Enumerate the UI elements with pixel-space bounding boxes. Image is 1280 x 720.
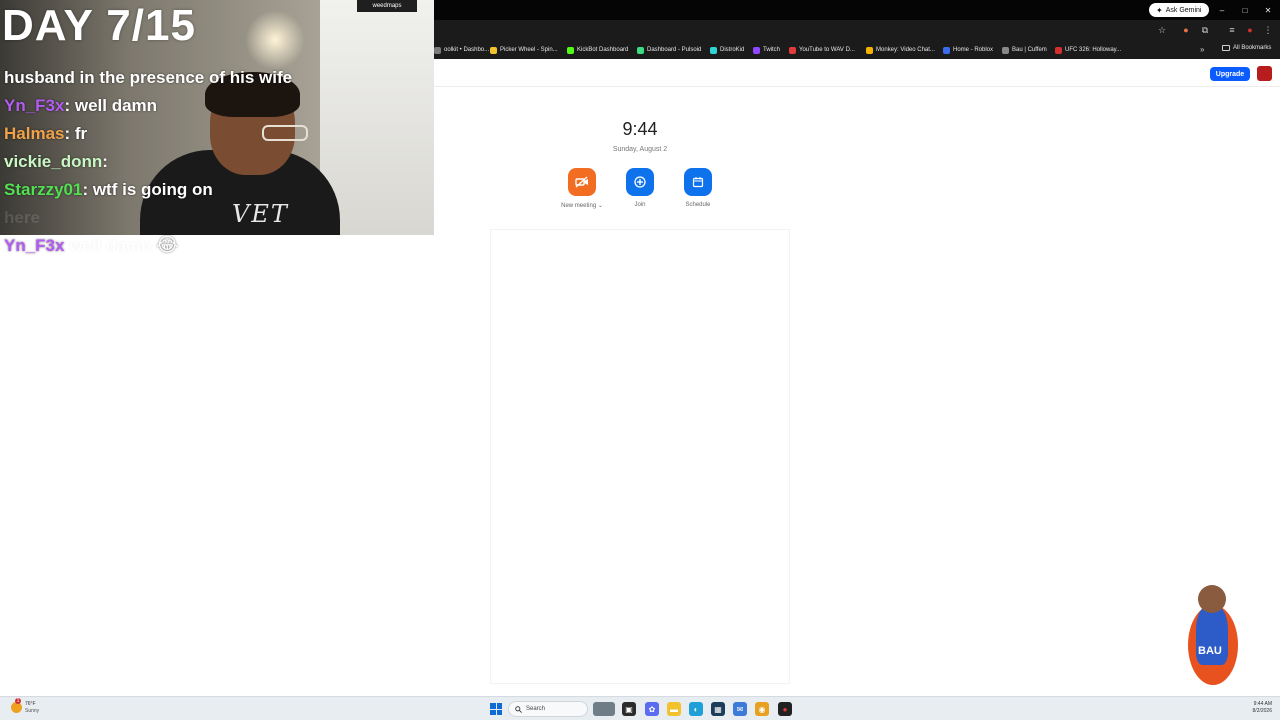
start-icon[interactable] (490, 703, 502, 715)
gemini-sparkle-icon: ✦ (1156, 5, 1163, 15)
bookmark-favicon-icon (637, 46, 644, 54)
chat-username: Starzzy01 (4, 180, 83, 199)
bookmark-item[interactable]: UFC 326: Holloway... (1055, 45, 1121, 55)
calendar-icon (684, 168, 712, 196)
chat-message: husband in the presence of his wife (4, 68, 293, 87)
edge-browser-icon[interactable]: ◐ (689, 702, 703, 716)
chat-text: : (102, 152, 108, 171)
chat-message-faded: Yn_F3x well damn 😂 (4, 232, 324, 260)
avatar[interactable] (1257, 66, 1272, 81)
bookmark-favicon-icon (753, 46, 760, 54)
join-button[interactable]: Join (610, 168, 670, 208)
weather-condition: Sunny (25, 708, 40, 714)
upgrade-button[interactable]: Upgrade (1210, 67, 1250, 81)
chat-username: vickie_donn (4, 152, 103, 171)
bookmark-favicon-icon (1002, 46, 1009, 54)
screen: ✦ Ask Gemini – □ ✕ ☆ ● ⧉ ≡ ● ⋮ oolkit • … (0, 0, 1280, 720)
bookmark-item[interactable]: Bau | Cuffem (1002, 45, 1047, 55)
chat-username: Halmas (4, 124, 65, 143)
schedule-button[interactable]: Schedule (668, 168, 728, 208)
close-icon[interactable]: ✕ (1261, 3, 1275, 17)
schedule-label: Schedule (685, 202, 711, 208)
bookmark-favicon-icon (434, 46, 441, 54)
chat-text: well damn (64, 236, 152, 255)
chat-message: Yn_F3x: well damn (4, 92, 324, 120)
video-off-icon (568, 168, 596, 196)
weather-temperature: 76°F (25, 701, 36, 707)
bookmark-favicon-icon (789, 46, 796, 54)
bookmark-item[interactable]: oolkit • Dashbo... (434, 45, 489, 55)
ask-gemini-label: Ask Gemini (1165, 6, 1202, 14)
all-bookmarks-button[interactable]: All Bookmarks (1222, 45, 1271, 51)
file-explorer-icon[interactable]: ▬ (667, 702, 681, 716)
taskbar-search[interactable]: Search (508, 701, 588, 717)
join-label: Join (634, 202, 646, 208)
profile-menu-icon[interactable]: ≡ (1226, 24, 1238, 36)
search-icon (515, 705, 522, 713)
extension-orange-icon[interactable]: ● (1180, 24, 1192, 36)
bookmark-favicon-icon (943, 46, 950, 54)
bau-mascot-logo: BAU (1184, 585, 1240, 703)
chat-message-faded: here (4, 208, 40, 227)
laughing-emoji-icon: 😂 (156, 235, 179, 256)
bookmark-item[interactable]: Monkey: Video Chat... (866, 45, 935, 55)
chat-message: Starzzy01: wtf is going on (4, 176, 324, 204)
bookmark-item[interactable]: Picker Wheel - Spin... (490, 45, 558, 55)
chat-message: vickie_donn: (4, 148, 324, 176)
meetings-panel (490, 229, 790, 684)
bookmark-star-icon[interactable]: ☆ (1156, 24, 1168, 36)
bookmark-item[interactable]: YouTube to WAV D... (789, 45, 855, 55)
chat-text: : wtf is going on (82, 180, 213, 199)
app-red-icon[interactable]: ● (778, 702, 792, 716)
maximize-icon[interactable]: □ (1238, 3, 1252, 17)
chat-username: Yn_F3x (4, 96, 65, 115)
chat-username: Yn_F3x (4, 236, 65, 255)
chrome-icon[interactable]: ◉ (755, 702, 769, 716)
weedmaps-sign: weedmaps (357, 0, 417, 12)
new-meeting-button[interactable]: New meeting ⌄ (552, 168, 612, 209)
bookmarks-overflow-icon[interactable]: » (1200, 45, 1204, 54)
bookmark-item[interactable]: DistroKid (710, 45, 744, 55)
day-counter: DAY 7/15 (2, 1, 196, 50)
chat-text: : well damn (64, 96, 158, 115)
bookmark-favicon-icon (567, 46, 574, 54)
folder-icon (1222, 45, 1230, 51)
profile-avatar-icon[interactable]: ● (1244, 24, 1256, 36)
system-clock-time[interactable]: 9:44 AM (1238, 701, 1272, 707)
task-view-icon[interactable]: ▣ (622, 702, 636, 716)
system-clock-date[interactable]: 8/2/2026 (1238, 708, 1272, 714)
copilot-icon[interactable]: ✿ (645, 702, 659, 716)
bookmark-favicon-icon (710, 46, 717, 54)
minimize-icon[interactable]: – (1215, 3, 1229, 17)
new-meeting-label: New meeting ⌄ (561, 203, 603, 209)
bookmark-item[interactable]: Home - Roblox (943, 45, 993, 55)
weather-badge: 1 (15, 698, 21, 704)
bookmark-favicon-icon (1055, 46, 1062, 54)
extensions-puzzle-icon[interactable]: ⧉ (1199, 24, 1211, 36)
mascot-text: BAU (1198, 645, 1222, 657)
chat-text: : fr (64, 124, 88, 143)
ask-gemini-button[interactable]: ✦ Ask Gemini (1149, 3, 1209, 17)
more-options-icon[interactable]: ⋮ (1262, 24, 1274, 36)
bookmark-item[interactable]: KickBot Dashboard (567, 45, 628, 55)
mail-icon[interactable]: ✉ (733, 702, 747, 716)
current-time: 9:44 (622, 119, 658, 139)
plus-icon (626, 168, 654, 196)
chat-message: Halmas: fr (4, 120, 324, 148)
bookmark-favicon-icon (866, 46, 873, 54)
bookmark-item[interactable]: Twitch (753, 45, 780, 55)
mascot-head (1198, 585, 1226, 613)
search-placeholder: Search (526, 706, 546, 712)
chat-overlay: husband in the presence of his wife Yn_F… (4, 64, 324, 260)
store-icon[interactable]: ▦ (711, 702, 725, 716)
room-light (245, 10, 305, 70)
taskbar-widget-icon[interactable] (593, 702, 615, 716)
bookmark-item[interactable]: Dashboard - Pulsoid (637, 45, 701, 55)
current-date: Sunday, August 2 (612, 146, 668, 153)
bookmark-favicon-icon (490, 46, 497, 54)
windows-taskbar: 1 76°F Sunny Search ▣ ✿ ▬ ◐ ▦ ✉ ◉ ● 9:44… (0, 696, 1280, 720)
